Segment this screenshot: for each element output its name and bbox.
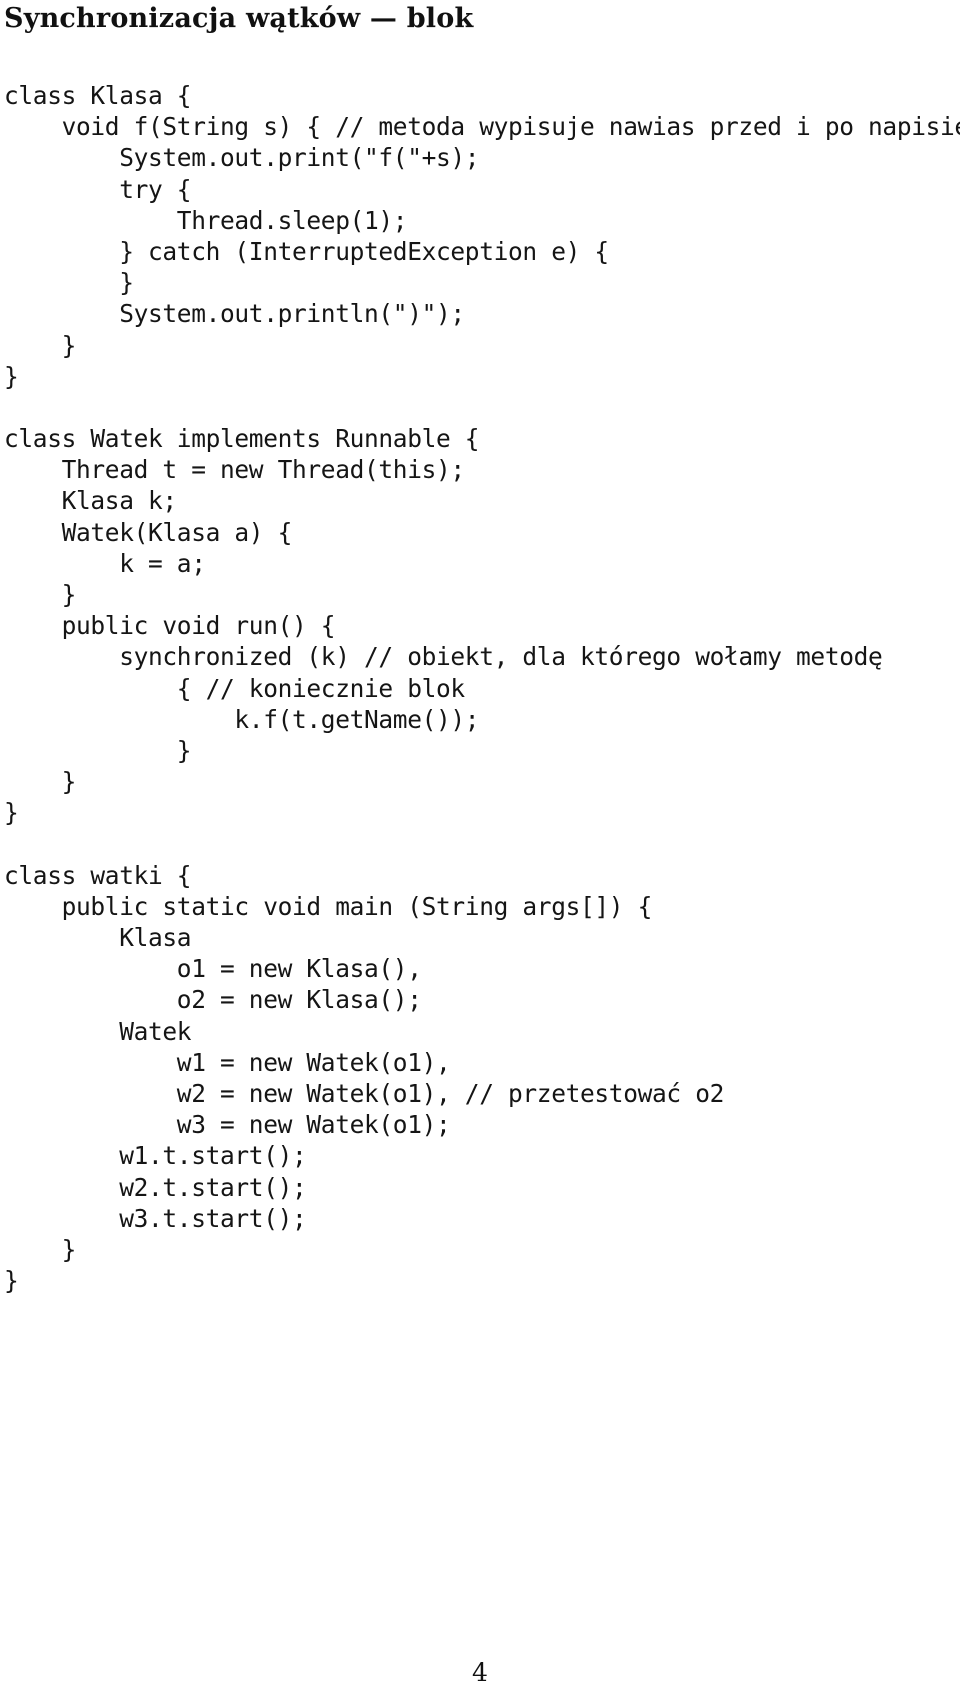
code-line: Klasa xyxy=(4,923,192,953)
code-line: Thread.sleep(1); xyxy=(4,205,408,235)
document-page: Synchronizacja wątków — blok class Klasa… xyxy=(0,0,960,1697)
code-line: class Watek implements Runnable { xyxy=(4,424,480,454)
code-line: void f(String s) { // metoda wypisuje na… xyxy=(4,112,960,142)
code-line: } xyxy=(4,735,192,765)
code-line: class Klasa { xyxy=(4,81,192,110)
code-line: synchronized (k) // obiekt, dla którego … xyxy=(4,642,883,672)
code-line: } xyxy=(4,330,77,360)
code-line: w3.t.start(); xyxy=(4,1203,307,1233)
code-listing: class Klasa { void f(String s) { // meto… xyxy=(4,80,960,1296)
code-line: Klasa k; xyxy=(4,486,178,516)
code-line: } catch (InterruptedException e) { xyxy=(4,236,609,266)
code-line: try { xyxy=(4,174,192,204)
code-line: System.out.print("f("+s); xyxy=(4,143,480,173)
code-line: o1 = new Klasa(), xyxy=(4,954,422,984)
code-line: w1 = new Watek(o1), xyxy=(4,1047,451,1077)
code-line: Watek(Klasa a) { xyxy=(4,517,293,547)
code-line: public static void main (String args[]) … xyxy=(4,891,653,921)
code-line: w2 = new Watek(o1), // przetestować o2 xyxy=(4,1079,725,1108)
code-line: } xyxy=(4,580,77,609)
code-line: w2.t.start(); xyxy=(4,1172,307,1202)
code-line: } xyxy=(4,798,19,828)
code-line: public void run() { xyxy=(4,611,336,641)
code-line: } xyxy=(4,1234,77,1264)
code-line: k.f(t.getName()); xyxy=(4,704,480,734)
page-number: 4 xyxy=(472,1658,488,1687)
code-line: } xyxy=(4,268,134,298)
code-line: w1.t.start(); xyxy=(4,1141,307,1171)
page-title: Synchronizacja wątków — blok xyxy=(4,3,474,34)
code-line: } xyxy=(4,767,77,797)
code-line: Watek xyxy=(4,1016,192,1046)
code-line: k = a; xyxy=(4,548,206,578)
code-line: o2 = new Klasa(); xyxy=(4,985,422,1015)
code-line: System.out.println(")"); xyxy=(4,299,465,329)
code-line: class watki { xyxy=(4,860,192,890)
code-line: } xyxy=(4,361,19,391)
code-line: Thread t = new Thread(this); xyxy=(4,455,466,485)
code-line: w3 = new Watek(o1); xyxy=(4,1110,451,1140)
code-line: { // koniecznie blok xyxy=(4,673,465,703)
code-line: } xyxy=(4,1266,19,1296)
